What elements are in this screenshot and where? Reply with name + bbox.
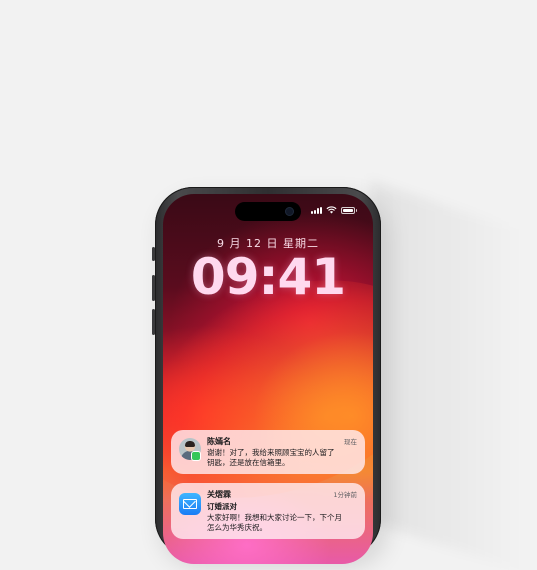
iphone-device: 9 月 12 日 星期二 09:41 陈嫣名 现在 谢谢！对了，我给来照顾宝宝的… — [152, 187, 381, 564]
phone-shadow — [372, 181, 522, 570]
status-bar — [311, 206, 357, 214]
notification-body-line: 谢谢！对了，我给来照顾宝宝的人留了 — [207, 448, 335, 457]
notification-sender: 陈嫣名 — [207, 437, 231, 446]
dynamic-island — [235, 202, 301, 221]
lockscreen-time: 09:41 — [190, 248, 346, 306]
notification-time: 1分钟前 — [333, 491, 357, 499]
volume-up-button — [152, 275, 155, 301]
notification-body: 谢谢！对了，我给来照顾宝宝的人留了 钥匙，还是放在信箱里。 — [207, 448, 357, 468]
battery-icon — [341, 206, 357, 214]
notification-body-line: 怎么为华秀庆祝。 — [207, 523, 267, 532]
signal-icon — [311, 206, 322, 214]
notification-mail[interactable]: 关熠霖 1分钟前 订婚派对 大家好啊！我想和大家讨论一下，下个月 怎么为华秀庆祝… — [171, 483, 365, 539]
mail-app-icon — [179, 493, 201, 515]
notification-body-line: 钥匙，还是放在信箱里。 — [207, 458, 290, 467]
camera-icon — [285, 207, 294, 216]
notification-time: 现在 — [344, 438, 357, 446]
notification-message[interactable]: 陈嫣名 现在 谢谢！对了，我给来照顾宝宝的人留了 钥匙，还是放在信箱里。 — [171, 430, 365, 474]
volume-down-button — [152, 309, 155, 335]
action-button — [152, 247, 155, 261]
notification-subject: 订婚派对 — [207, 502, 237, 511]
notification-sender: 关熠霖 — [207, 490, 231, 499]
wifi-icon — [326, 206, 337, 214]
lock-screen: 9 月 12 日 星期二 09:41 陈嫣名 现在 谢谢！对了，我给来照顾宝宝的… — [163, 194, 373, 564]
notification-body: 大家好啊！我想和大家讨论一下，下个月 怎么为华秀庆祝。 — [207, 513, 357, 533]
messages-badge-icon — [191, 451, 201, 461]
notification-body-line: 大家好啊！我想和大家讨论一下，下个月 — [207, 513, 342, 522]
